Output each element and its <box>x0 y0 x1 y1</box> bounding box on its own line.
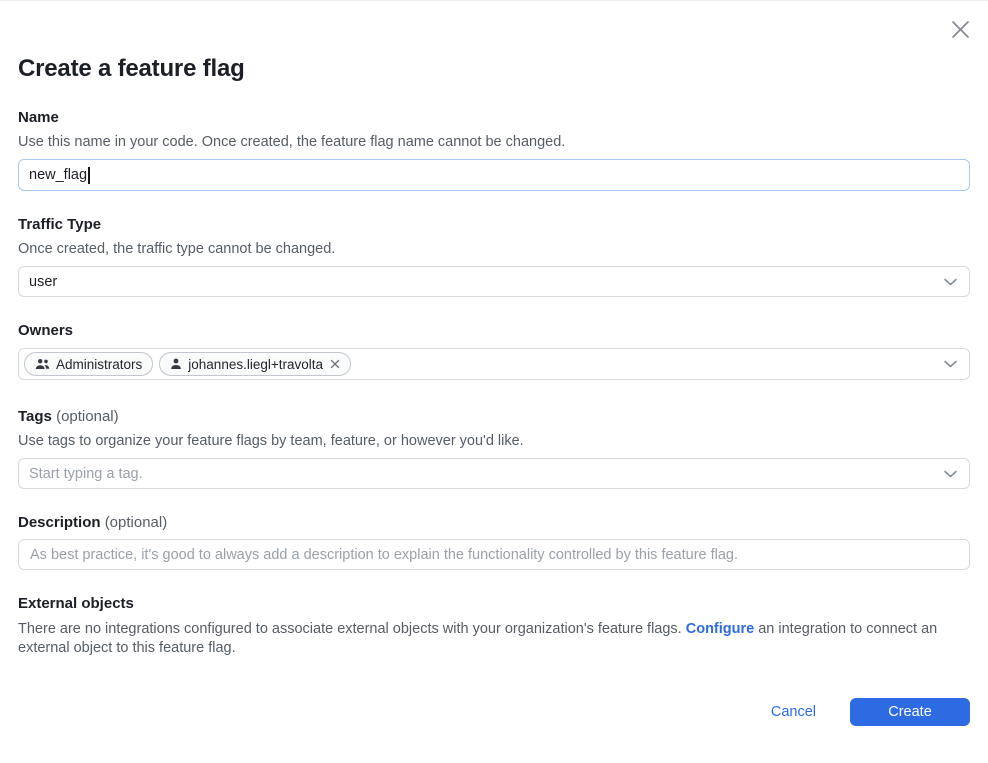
owner-chip-label: johannes.liegl+travolta <box>188 357 323 372</box>
tags-select <box>18 458 970 489</box>
owner-chip-label: Administrators <box>56 357 142 372</box>
tags-help-text: Use tags to organize your feature flags … <box>18 433 970 450</box>
person-icon <box>170 358 182 370</box>
tags-optional-text: (optional) <box>56 408 119 425</box>
close-icon <box>949 18 972 41</box>
owners-label: Owners <box>18 322 970 340</box>
owner-chip-user[interactable]: johannes.liegl+travolta <box>159 352 351 376</box>
close-button[interactable] <box>947 16 973 42</box>
owners-select[interactable]: Administrators johannes.liegl+travolta <box>18 348 970 380</box>
description-label: Description (optional) <box>18 514 970 532</box>
text-caret <box>88 167 90 184</box>
name-input-value: new_flag <box>29 167 87 183</box>
description-input[interactable] <box>18 539 970 570</box>
external-objects-text-before: There are no integrations configured to … <box>18 621 686 637</box>
name-input[interactable]: new_flag <box>18 159 970 191</box>
tags-section: Tags (optional) Use tags to organize you… <box>18 408 970 489</box>
name-section: Name Use this name in your code. Once cr… <box>18 109 970 191</box>
name-help-text: Use this name in your code. Once created… <box>18 134 970 151</box>
chevron-down-icon <box>943 469 958 478</box>
traffic-type-select[interactable]: user <box>18 266 970 297</box>
create-feature-flag-modal: Create a feature flag Name Use this name… <box>0 0 988 763</box>
traffic-type-help-text: Once created, the traffic type cannot be… <box>18 241 970 258</box>
configure-link[interactable]: Configure <box>686 621 754 637</box>
description-label-text: Description <box>18 514 101 531</box>
traffic-type-value: user <box>29 274 57 290</box>
modal-footer: Cancel Create <box>18 698 970 726</box>
name-label: Name <box>18 109 970 127</box>
tags-input[interactable] <box>29 466 909 482</box>
page-title: Create a feature flag <box>18 55 970 83</box>
tags-label-text: Tags <box>18 408 52 425</box>
external-objects-text: There are no integrations configured to … <box>18 620 970 658</box>
owner-chip-administrators[interactable]: Administrators <box>24 352 153 376</box>
cancel-button[interactable]: Cancel <box>765 700 822 724</box>
description-optional-text: (optional) <box>105 514 168 531</box>
chevron-down-icon <box>943 277 958 286</box>
owners-section: Owners Administrators <box>18 322 970 380</box>
traffic-type-label: Traffic Type <box>18 216 970 234</box>
chevron-down-icon <box>943 360 958 369</box>
traffic-type-section: Traffic Type Once created, the traffic t… <box>18 216 970 297</box>
remove-owner-icon[interactable] <box>330 359 340 369</box>
description-section: Description (optional) <box>18 514 970 570</box>
external-objects-label: External objects <box>18 595 970 613</box>
group-icon <box>35 358 50 370</box>
external-objects-section: External objects There are no integratio… <box>18 595 970 658</box>
create-button[interactable]: Create <box>850 698 970 726</box>
tags-label: Tags (optional) <box>18 408 970 426</box>
